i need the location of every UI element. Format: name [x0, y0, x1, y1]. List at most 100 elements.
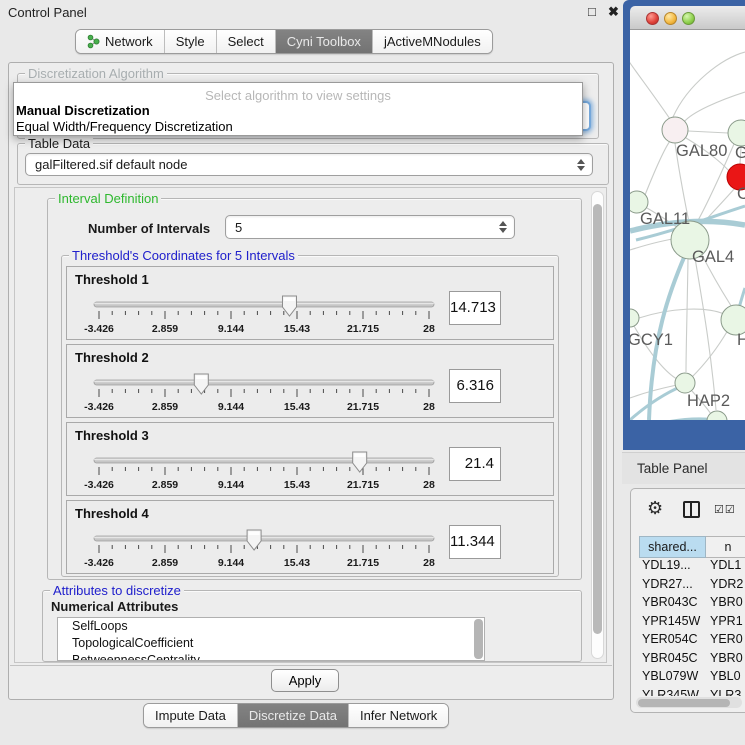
popup-placeholder-item: Select algorithm to view settings	[14, 83, 582, 103]
attribute-list-item[interactable]: TopologicalCoefficient	[58, 635, 484, 652]
number-of-intervals-combobox[interactable]: 5	[225, 215, 515, 239]
combo-arrows-icon	[499, 221, 507, 233]
cell-shared-name: YBR043C	[639, 595, 706, 614]
svg-text:9.144: 9.144	[218, 557, 244, 569]
threshold-4-value-field[interactable]: 11.344	[449, 525, 501, 559]
svg-text:21.715: 21.715	[347, 479, 379, 491]
attribute-list-item[interactable]: SelfLoops	[58, 618, 484, 635]
close-traffic-light-icon[interactable]	[646, 12, 659, 25]
cell-shared-name: YBL079W	[639, 669, 706, 688]
close-icon[interactable]: ✖	[608, 4, 619, 20]
apply-button[interactable]: Apply	[271, 669, 339, 692]
network-node[interactable]	[630, 309, 639, 327]
svg-text:21.715: 21.715	[347, 401, 379, 413]
svg-text:28: 28	[423, 557, 435, 569]
column-layout-icon[interactable]	[683, 501, 700, 518]
gear-icon[interactable]: ⚙	[647, 498, 663, 519]
number-of-intervals-label: Number of Intervals	[88, 221, 210, 236]
network-window-titlebar[interactable]	[630, 6, 745, 30]
threshold-3-label: Threshold 3	[75, 428, 149, 443]
cell-shared-name: YBR045C	[639, 651, 706, 670]
zoom-traffic-light-icon[interactable]	[682, 12, 695, 25]
tab-infer-network[interactable]: Infer Network	[348, 704, 448, 727]
table-row[interactable]: YER054C YER0	[639, 632, 745, 651]
tab-impute-data[interactable]: Impute Data	[144, 704, 237, 727]
svg-text:2.859: 2.859	[152, 557, 178, 569]
svg-text:15.43: 15.43	[284, 401, 310, 413]
threshold-3-panel: Threshold 3 -3.4262.8599.14415.4321.7152…	[66, 422, 554, 496]
svg-text:28: 28	[423, 479, 435, 491]
table-panel-titlebar: Table Panel	[622, 452, 745, 484]
algorithm-dropdown-popup: Select algorithm to view settings Manual…	[13, 82, 583, 136]
threshold-3-slider[interactable]: -3.4262.8599.14415.4321.71528	[79, 447, 459, 495]
threshold-1-value-field[interactable]: 14.713	[449, 291, 501, 325]
threshold-2-slider[interactable]: -3.4262.8599.14415.4321.71528	[79, 369, 459, 417]
minimize-traffic-light-icon[interactable]	[664, 12, 677, 25]
interval-definition-label: Interval Definition	[55, 191, 161, 206]
node-label: H	[737, 331, 745, 349]
threshold-4-slider[interactable]: -3.4262.8599.14415.4321.71528	[79, 525, 459, 573]
svg-text:2.859: 2.859	[152, 401, 178, 413]
svg-text:21.715: 21.715	[347, 557, 379, 569]
select-columns-icon[interactable]: ☑☑	[714, 503, 736, 516]
table-row[interactable]: YDR27... YDR2	[639, 577, 745, 596]
threshold-2-label: Threshold 2	[75, 350, 149, 365]
svg-text:28: 28	[423, 401, 435, 413]
tab-select[interactable]: Select	[216, 30, 275, 53]
cell-name: YER0	[706, 632, 745, 651]
number-of-intervals-value: 5	[235, 220, 242, 235]
tab-discretize-data[interactable]: Discretize Data	[237, 704, 348, 727]
tab-jactivemnodules[interactable]: jActiveMNodules	[372, 30, 492, 53]
network-canvas[interactable]: GAL80GCGAL11GAL4GCY1HHAP2	[630, 30, 745, 420]
thresholds-group: Threshold's Coordinates for 5 Intervals …	[61, 255, 559, 577]
cell-shared-name: YER054C	[639, 632, 706, 651]
discretization-algorithm-label: Discretization Algorithm	[25, 66, 167, 81]
network-node[interactable]	[675, 373, 695, 393]
popup-item-equal-width-frequency[interactable]: Equal Width/Frequency Discretization	[14, 119, 582, 135]
threshold-2-panel: Threshold 2 -3.4262.8599.14415.4321.7152…	[66, 344, 554, 418]
svg-text:-3.426: -3.426	[84, 479, 114, 491]
table-header-row: shared... n	[639, 536, 745, 558]
table-row[interactable]: YBR045C YBR0	[639, 651, 745, 670]
threshold-3-value-field[interactable]: 21.4	[449, 447, 501, 481]
cell-name: YBR0	[706, 595, 745, 614]
tab-network[interactable]: Network	[76, 30, 164, 53]
svg-text:15.43: 15.43	[284, 479, 310, 491]
table-row[interactable]: YBR043C YBR0	[639, 595, 745, 614]
threshold-1-slider[interactable]: -3.4262.8599.14415.4321.71528	[79, 291, 459, 339]
app-root: Control Panel □ ✖ Network Style Select C…	[0, 0, 745, 745]
node-label: HAP2	[687, 392, 730, 410]
network-node[interactable]	[662, 117, 688, 143]
attribute-list-item[interactable]: BetweennessCentrality	[58, 652, 484, 661]
tab-cyni-toolbox[interactable]: Cyni Toolbox	[275, 30, 372, 53]
table-row[interactable]: YPR145W YPR1	[639, 614, 745, 633]
threshold-2-value-field[interactable]: 6.316	[449, 369, 501, 403]
attributes-group-label: Attributes to discretize	[50, 583, 184, 598]
network-node[interactable]	[728, 120, 745, 146]
numerical-attributes-list[interactable]: SelfLoopsTopologicalCoefficientBetweenne…	[57, 617, 485, 661]
table-data-combobox[interactable]: galFiltered.sif default node	[25, 153, 593, 176]
node-label: C	[737, 185, 745, 203]
table-row[interactable]: YLR345W YLR3	[639, 688, 745, 697]
float-window-icon[interactable]: □	[588, 4, 596, 19]
table-hscrollbar-thumb[interactable]	[638, 699, 730, 707]
numerical-attributes-label: Numerical Attributes	[51, 599, 178, 614]
cell-name: YBR0	[706, 651, 745, 670]
list-scrollbar[interactable]	[474, 619, 483, 659]
table-row[interactable]: YBL079W YBL0	[639, 669, 745, 688]
svg-text:28: 28	[423, 323, 435, 335]
cell-name: YDL1	[706, 558, 745, 577]
tab-style[interactable]: Style	[164, 30, 216, 53]
table-panel-title: Table Panel	[637, 461, 708, 476]
popup-item-manual-discretization[interactable]: Manual Discretization	[14, 103, 582, 119]
threshold-4-panel: Threshold 4 -3.4262.8599.14415.4321.7152…	[66, 500, 554, 574]
cell-name: YLR3	[706, 688, 745, 697]
interval-definition-group: Interval Definition Number of Intervals …	[47, 198, 582, 580]
column-header-shared-name[interactable]: shared...	[639, 536, 706, 558]
table-hscrollbar-track[interactable]	[636, 697, 742, 708]
settings-scrollbar-thumb[interactable]	[593, 204, 602, 634]
column-header-name[interactable]: n	[706, 536, 745, 558]
settings-scrollbar-track[interactable]	[591, 191, 604, 659]
panel-title: Control Panel	[8, 5, 87, 20]
table-row[interactable]: YDL19... YDL1	[639, 558, 745, 577]
